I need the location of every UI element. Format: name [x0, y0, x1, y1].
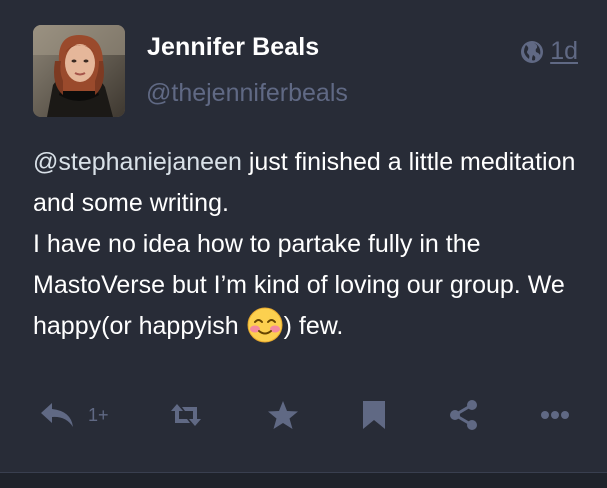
- status-content: @stephaniejaneen just finished a little …: [33, 142, 593, 347]
- avatar[interactable]: [33, 25, 125, 117]
- account-handle[interactable]: @thejenniferbeals: [146, 79, 348, 108]
- globe-icon: [520, 40, 544, 64]
- timestamp-link[interactable]: 1d: [550, 37, 578, 66]
- share-icon: [448, 399, 480, 431]
- favourite-button[interactable]: [267, 393, 299, 437]
- action-bar: 1+: [40, 393, 580, 437]
- smiling-face-with-blush-emoji: [247, 307, 283, 343]
- retweet-icon: [170, 401, 202, 429]
- mention-link[interactable]: @stephaniejaneen: [33, 148, 242, 176]
- reply-button[interactable]: 1+: [40, 393, 109, 437]
- share-button[interactable]: [448, 393, 480, 437]
- boost-button[interactable]: [170, 393, 202, 437]
- content-paragraph-1: @stephaniejaneen just finished a little …: [33, 142, 593, 224]
- ellipsis-icon: [540, 410, 570, 420]
- display-name[interactable]: Jennifer Beals: [147, 33, 319, 62]
- content-paragraph-2: I have no idea how to partake fully in t…: [33, 224, 593, 347]
- reply-all-icon: [40, 401, 78, 429]
- status-card[interactable]: Jennifer Beals @thejenniferbeals 1d @ste…: [0, 0, 607, 472]
- timeline-divider: [0, 472, 607, 488]
- content-text-3: ) few.: [283, 312, 344, 340]
- status-meta: 1d: [520, 37, 578, 66]
- bookmark-button[interactable]: [361, 393, 387, 437]
- star-icon: [267, 400, 299, 430]
- bookmark-icon: [361, 399, 387, 431]
- reply-count: 1+: [88, 404, 109, 425]
- more-button[interactable]: [540, 393, 570, 437]
